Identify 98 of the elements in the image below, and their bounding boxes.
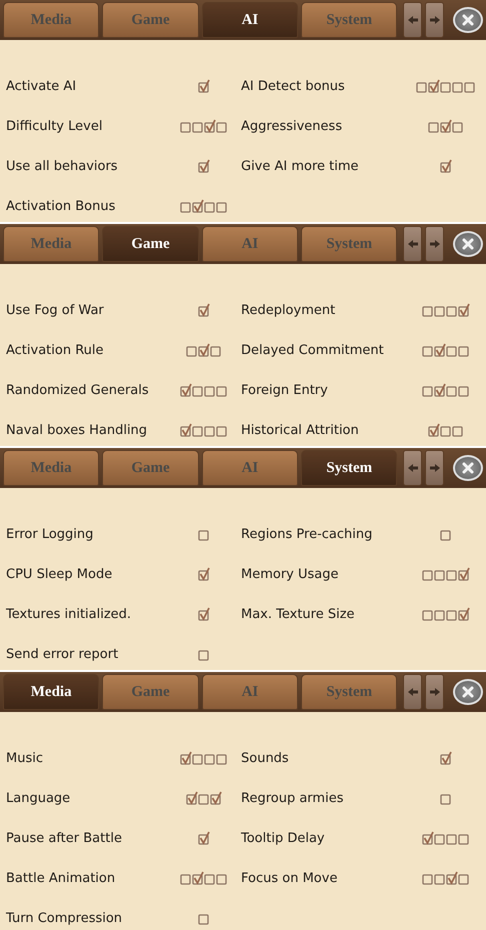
checkbox[interactable]: [446, 871, 458, 885]
tab[interactable]: Media: [3, 450, 100, 486]
checkbox[interactable]: [198, 831, 210, 845]
left-arrow-icon: [406, 239, 419, 249]
setting-label: Language: [6, 790, 72, 806]
right-arrow-button[interactable]: [425, 2, 444, 38]
setting-label: Naval boxes Handling: [6, 422, 148, 438]
checkbox[interactable]: [186, 791, 198, 805]
checkbox[interactable]: [198, 343, 210, 357]
right-arrow-icon: [428, 687, 441, 697]
checkbox[interactable]: [440, 159, 452, 173]
setting-label: Regions Pre-caching: [241, 526, 374, 542]
checkbox[interactable]: [180, 383, 192, 397]
checkbox[interactable]: [458, 567, 470, 581]
close-icon: [461, 461, 476, 475]
setting-label: Aggressiveness: [241, 118, 344, 134]
setting-label: Delayed Commitment: [241, 342, 385, 358]
tab[interactable]: Game: [102, 2, 199, 38]
tab[interactable]: Game: [102, 674, 199, 710]
tab[interactable]: System: [301, 2, 398, 38]
setting-label: Activation Rule: [6, 342, 105, 358]
checkbox[interactable]: [440, 119, 452, 133]
setting-label: Foreign Entry: [241, 382, 329, 398]
checkbox[interactable]: [192, 199, 204, 213]
left-arrow-icon: [406, 687, 419, 697]
setting-label: Use Fog of War: [6, 302, 105, 318]
setting-label: Activation Bonus: [6, 198, 116, 214]
tab[interactable]: System: [301, 226, 398, 262]
checkbox[interactable]: [198, 607, 210, 621]
checkbox[interactable]: [198, 567, 210, 581]
left-arrow-button[interactable]: [403, 226, 422, 262]
checkbox[interactable]: [434, 383, 446, 397]
setting-label: Randomized Generals: [6, 382, 150, 398]
checkbox[interactable]: [428, 423, 440, 437]
checkbox[interactable]: [458, 607, 470, 621]
close-button[interactable]: [453, 679, 484, 705]
right-arrow-button[interactable]: [425, 674, 444, 710]
setting-label: Focus on Move: [241, 870, 338, 886]
left-arrow-button[interactable]: [403, 674, 422, 710]
right-arrow-button[interactable]: [425, 226, 444, 262]
tab[interactable]: AI: [202, 2, 298, 38]
setting-label: Difficulty Level: [6, 118, 104, 134]
checkbox[interactable]: [210, 791, 222, 805]
setting-label: Max. Texture Size: [241, 606, 356, 622]
setting-label: Error Logging: [6, 526, 94, 542]
checkbox[interactable]: [180, 423, 192, 437]
tab[interactable]: AI: [202, 226, 298, 262]
left-arrow-button[interactable]: [403, 2, 422, 38]
setting-label: Send error report: [6, 646, 120, 662]
left-arrow-icon: [406, 463, 419, 473]
tab[interactable]: Game: [102, 450, 199, 486]
tab[interactable]: Media: [3, 2, 100, 38]
setting-label: Music: [6, 750, 44, 766]
right-arrow-icon: [428, 239, 441, 249]
checkbox[interactable]: [198, 303, 210, 317]
close-icon: [461, 685, 476, 699]
tab[interactable]: Media: [3, 674, 100, 710]
setting-label: Redeployment: [241, 302, 336, 318]
tab[interactable]: AI: [202, 450, 298, 486]
right-arrow-icon: [428, 463, 441, 473]
tab[interactable]: Media: [3, 226, 100, 262]
setting-label: Tooltip Delay: [241, 830, 326, 846]
setting-label: Activate AI: [6, 78, 78, 94]
checkbox[interactable]: [422, 831, 434, 845]
setting-label: Use all behaviors: [6, 158, 119, 174]
setting-label: AI Detect bonus: [241, 78, 346, 94]
right-arrow-icon: [428, 15, 441, 25]
checkbox[interactable]: [198, 159, 210, 173]
setting-label: Turn Compression: [6, 910, 124, 926]
close-icon: [461, 237, 476, 251]
left-arrow-icon: [406, 15, 419, 25]
checkbox[interactable]: [440, 751, 452, 765]
checkbox[interactable]: [428, 79, 440, 93]
close-button[interactable]: [453, 7, 484, 33]
setting-label: CPU Sleep Mode: [6, 566, 114, 582]
checkbox[interactable]: [180, 751, 192, 765]
setting-label: Historical Attrition: [241, 422, 360, 438]
checkbox[interactable]: [198, 79, 210, 93]
tab[interactable]: System: [301, 450, 398, 486]
setting-label: Battle Animation: [6, 870, 116, 886]
checkbox[interactable]: [434, 343, 446, 357]
setting-label: Textures initialized.: [6, 606, 132, 622]
checkbox[interactable]: [192, 871, 204, 885]
tab[interactable]: Game: [102, 226, 199, 262]
close-icon: [461, 13, 476, 27]
tab[interactable]: AI: [202, 674, 298, 710]
checkbox[interactable]: [204, 119, 216, 133]
setting-label: Regroup armies: [241, 790, 344, 806]
left-arrow-button[interactable]: [403, 450, 422, 486]
setting-label: Give AI more time: [241, 158, 360, 174]
right-arrow-button[interactable]: [425, 450, 444, 486]
setting-label: Memory Usage: [241, 566, 340, 582]
setting-label: Pause after Battle: [6, 830, 123, 846]
close-button[interactable]: [453, 231, 484, 257]
close-button[interactable]: [453, 455, 484, 481]
tab[interactable]: System: [301, 674, 398, 710]
checkbox[interactable]: [458, 303, 470, 317]
setting-label: Sounds: [241, 750, 290, 766]
